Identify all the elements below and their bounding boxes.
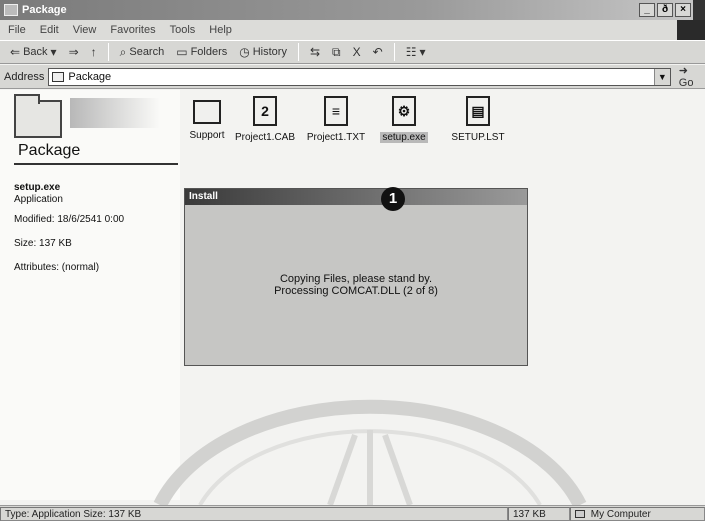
minimize-button[interactable]: _ (639, 3, 655, 17)
menu-bar: File Edit View Favorites Tools Help (0, 20, 705, 40)
setup-exe-icon: ⚙ (392, 96, 416, 126)
status-text: Type: Application Size: 137 KB (0, 506, 508, 521)
back-label: Back (23, 46, 48, 58)
file-item-project1-cab[interactable]: 2 Project1.CAB (225, 96, 305, 143)
install-title: Install (189, 191, 218, 202)
go-button[interactable]: ➜ Go (679, 64, 705, 89)
cab-file-icon: 2 (253, 96, 277, 126)
computer-icon (575, 509, 585, 518)
standard-toolbar: ⇐ Back ▾ ⇒ ↑ ⌕ Search ▭ Folders ◷ Histor… (0, 40, 705, 64)
views-button[interactable]: ☷ ▾ (402, 44, 430, 60)
list-file-icon: ▤ (466, 96, 490, 126)
install-message: Copying Files, please stand by. Processi… (185, 273, 527, 297)
title-divider (14, 163, 178, 165)
selected-file-type: Application (14, 194, 63, 205)
window-controls: _ ð × (639, 3, 691, 17)
title-bar: Package _ ð × (0, 0, 705, 20)
install-dialog: Install 1 Copying Files, please stand by… (184, 187, 528, 366)
search-button[interactable]: ⌕ Search (116, 44, 169, 61)
status-zone: My Computer (570, 506, 705, 521)
step-callout-badge: 1 (381, 187, 405, 211)
undo-icon: ↶ (372, 45, 383, 59)
history-label: History (252, 46, 287, 58)
copy-to-icon: ⧉ (332, 44, 341, 59)
folders-button[interactable]: ▭ Folders (172, 44, 231, 60)
status-bar: Type: Application Size: 137 KB 137 KB My… (0, 505, 705, 521)
folder-icon (14, 94, 62, 138)
folders-icon: ▭ (176, 45, 188, 59)
file-list: Support 2 Project1.CAB ≡ Project1.TXT ⚙ … (180, 90, 705, 170)
history-icon: ◷ (239, 45, 250, 59)
close-button[interactable]: × (675, 3, 691, 17)
selected-file-name: setup.exe (14, 182, 61, 193)
forward-arrow-icon: ⇒ (68, 45, 79, 59)
windows-logo-icon (677, 20, 705, 40)
window-title: Package (22, 4, 67, 16)
status-zone-label: My Computer (590, 508, 651, 520)
forward-button[interactable]: ⇒ (65, 44, 83, 60)
folder-title: Package (18, 142, 81, 159)
address-bar: Address Package ▼ ➜ Go (0, 65, 705, 89)
go-label: Go (678, 77, 694, 89)
folder-icon (52, 71, 65, 82)
menu-favorites[interactable]: Favorites (110, 24, 155, 36)
selected-file-attributes: Attributes: (normal) (14, 262, 100, 273)
back-arrow-icon: ⇐ (10, 45, 21, 59)
move-to-button[interactable]: ⇆ (306, 44, 324, 60)
delete-icon: X (352, 45, 361, 59)
toolbar-separator (107, 43, 109, 61)
folder-icon (4, 4, 18, 16)
maximize-button[interactable]: ð (657, 3, 673, 17)
address-label: Address (4, 70, 45, 83)
file-item-setup-lst[interactable]: ▤ SETUP.LST (438, 96, 518, 143)
install-message-line1: Copying Files, please stand by. (279, 273, 433, 285)
address-input[interactable]: Package ▼ (48, 67, 671, 86)
folders-label: Folders (190, 46, 228, 58)
menu-file[interactable]: File (8, 24, 26, 36)
install-message-line2: Processing COMCAT.DLL (2 of 8) (274, 285, 438, 297)
folder-icon (193, 100, 221, 124)
address-value: Package (68, 70, 112, 83)
search-icon: ⌕ (119, 44, 127, 59)
chevron-down-icon[interactable]: ▼ (653, 68, 670, 85)
up-button[interactable]: ↑ (87, 44, 101, 60)
history-button[interactable]: ◷ History (235, 44, 291, 60)
status-size: 137 KB (508, 506, 570, 521)
file-name: Project1.CAB (234, 132, 296, 143)
chevron-down-icon: ▾ (50, 45, 57, 59)
menu-edit[interactable]: Edit (40, 24, 59, 36)
folder-info-panel: Package setup.exe Application Modified: … (0, 90, 180, 500)
text-file-icon: ≡ (324, 96, 348, 126)
install-title-bar: Install 1 (185, 187, 527, 211)
undo-button[interactable]: ↶ (369, 44, 387, 60)
file-name: Support (189, 130, 225, 141)
copy-to-button[interactable]: ⧉ (328, 44, 345, 61)
selected-file-size: Size: 137 KB (14, 238, 72, 249)
toolbar-separator (393, 43, 395, 61)
file-name: setup.exe (380, 132, 428, 143)
watermark-seal (153, 399, 587, 505)
title-corner (693, 0, 705, 20)
menu-view[interactable]: View (73, 24, 97, 36)
menu-tools[interactable]: Tools (170, 24, 196, 36)
go-arrow-icon: ➜ (678, 65, 688, 77)
up-folder-icon: ↑ (90, 45, 97, 59)
file-name: SETUP.LST (451, 132, 505, 143)
back-button[interactable]: ⇐ Back ▾ (6, 44, 61, 60)
move-to-icon: ⇆ (309, 45, 321, 59)
search-label: Search (129, 46, 165, 58)
views-icon: ☷ (405, 45, 417, 59)
delete-button[interactable]: X (349, 44, 365, 60)
menu-help[interactable]: Help (209, 24, 232, 36)
chevron-down-icon: ▾ (419, 45, 426, 59)
banner-decoration (70, 98, 160, 128)
file-name: Project1.TXT (306, 132, 366, 143)
file-item-setup-exe[interactable]: ⚙ setup.exe (364, 96, 444, 143)
selected-file-modified: Modified: 18/6/2541 0:00 (14, 214, 125, 225)
toolbar-separator (297, 43, 299, 61)
